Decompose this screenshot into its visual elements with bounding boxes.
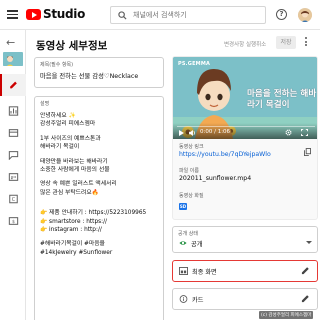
youtube-logo-icon[interactable] (26, 9, 41, 20)
chevron-down-icon (306, 241, 312, 244)
eye-icon (179, 241, 187, 245)
search-input[interactable] (133, 9, 261, 21)
visibility-dropdown[interactable]: 공개 상태 공개 (172, 226, 318, 253)
settings-gear-icon[interactable] (285, 129, 292, 136)
copyright-icon[interactable]: C (8, 194, 19, 204)
comments-icon[interactable] (8, 150, 19, 160)
volume-icon[interactable] (189, 130, 196, 136)
save-button[interactable]: 저장 (276, 36, 296, 49)
video-brand-text: PS.GEMMA (178, 61, 211, 67)
help-icon[interactable]: ? (276, 9, 287, 20)
visibility-value: 공개 (191, 241, 203, 248)
left-rail: ← C $ (0, 30, 26, 320)
top-bar: Studio ? (0, 0, 320, 30)
description-field-label: 설명 (40, 101, 50, 107)
watermark: (c) 감성주얼리 피에스젬마 (259, 311, 314, 319)
svg-text:C: C (12, 197, 16, 203)
back-arrow-icon[interactable]: ← (6, 36, 15, 49)
video-link[interactable]: https://youtu.be/7qDYejpaWlo (179, 151, 271, 158)
description-line: 많은 관심 부탁드려요🔥 (40, 189, 99, 196)
description-line: 감성주얼리 피에스젬마 (40, 121, 96, 128)
visibility-label: 공개 상태 (178, 231, 198, 237)
video-caption-text: 마음을 전하는 해바라기 목걸이 (247, 89, 317, 110)
video-thumbnail[interactable] (3, 52, 23, 66)
title-field[interactable]: 제목(필수 항목) 마음을 전하는 선물 감성♡Necklace (34, 57, 164, 88)
more-options-icon[interactable] (304, 37, 308, 48)
title-input[interactable]: 마음을 전하는 선물 감성♡Necklace (40, 71, 162, 80)
progress-bar[interactable] (177, 126, 315, 128)
description-line: 👉 smartstore : https:// (40, 218, 108, 225)
filename-value: 202011_sunflower.mp4 (179, 175, 252, 182)
description-line: 영상 속 예쁜 일러스트 액세서리 (40, 181, 117, 188)
description-line: 👉 제품 안내하기 : https://5223109965 (40, 210, 147, 217)
quality-label: 동영상 화질 (179, 193, 204, 199)
info-icon (179, 295, 188, 303)
copy-icon[interactable] (304, 148, 311, 156)
video-controls: 0:00 / 1:06 (173, 123, 317, 139)
play-icon[interactable] (179, 130, 184, 136)
description-line: 해바라기 목걸이 (40, 144, 80, 151)
earn-icon[interactable]: $ (8, 216, 19, 226)
fullscreen-icon[interactable] (301, 129, 308, 136)
end-screen-label: 최종 화면 (192, 269, 217, 276)
account-avatar[interactable] (298, 8, 312, 22)
menu-icon[interactable] (7, 10, 18, 19)
editor-icon[interactable] (8, 128, 19, 138)
page-title: 동영상 세부정보 (36, 40, 108, 52)
description-textarea[interactable]: 안녕하세요 ✨ 감성주얼리 피에스젬마 1부 사이즈의 예쁘스톤과해바라기 목걸이… (40, 112, 162, 257)
description-line: 태양만을 바라보는 해바라기 (40, 158, 108, 165)
analytics-icon[interactable] (8, 106, 19, 116)
pencil-icon[interactable] (8, 80, 19, 90)
svg-text:$: $ (12, 219, 15, 225)
video-player[interactable]: PS.GEMMA 마음을 전하는 해바라기 목걸이 0:00 / 1:06 (173, 57, 317, 139)
video-link-label: 동영상 링크 (179, 144, 204, 150)
search-icon (118, 10, 127, 20)
end-screen-row[interactable]: 최종 화면 (172, 260, 318, 282)
undo-changes-button[interactable]: 변경사항 실행취소 (224, 40, 266, 48)
search-box[interactable] (110, 6, 266, 24)
cards-row[interactable]: 카드 (172, 288, 318, 310)
subtitles-icon[interactable] (8, 172, 19, 182)
description-line: #해바라기목걸이 #마음을 (40, 241, 105, 248)
filename-label: 파일 이름 (179, 168, 199, 174)
description-line: 1부 사이즈의 예쁘스톤과 (40, 135, 101, 142)
video-info-panel: PS.GEMMA 마음을 전하는 해바라기 목걸이 0:00 / 1:06 동영… (172, 56, 318, 220)
title-field-label: 제목(필수 항목) (40, 62, 74, 68)
video-time: 0:00 / 1:06 (200, 129, 231, 135)
description-field[interactable]: 설명 안녕하세요 ✨ 감성주얼리 피에스젬마 1부 사이즈의 예쁘스톤과해바라기 … (34, 96, 164, 320)
quality-badge: SD (179, 203, 187, 210)
cards-label: 카드 (192, 297, 204, 304)
pencil-icon[interactable] (301, 294, 310, 303)
description-line: 👉 instagram : http:// (40, 226, 102, 233)
description-line: 안녕하세요 ✨ (40, 113, 76, 119)
description-line: #14kJewelry #Sunflower (40, 249, 113, 256)
app-name[interactable]: Studio (43, 7, 85, 21)
pencil-icon[interactable] (301, 266, 310, 275)
end-screen-icon (179, 267, 188, 275)
description-line: 소중한 사람에게 마음의 선물 (40, 166, 110, 173)
